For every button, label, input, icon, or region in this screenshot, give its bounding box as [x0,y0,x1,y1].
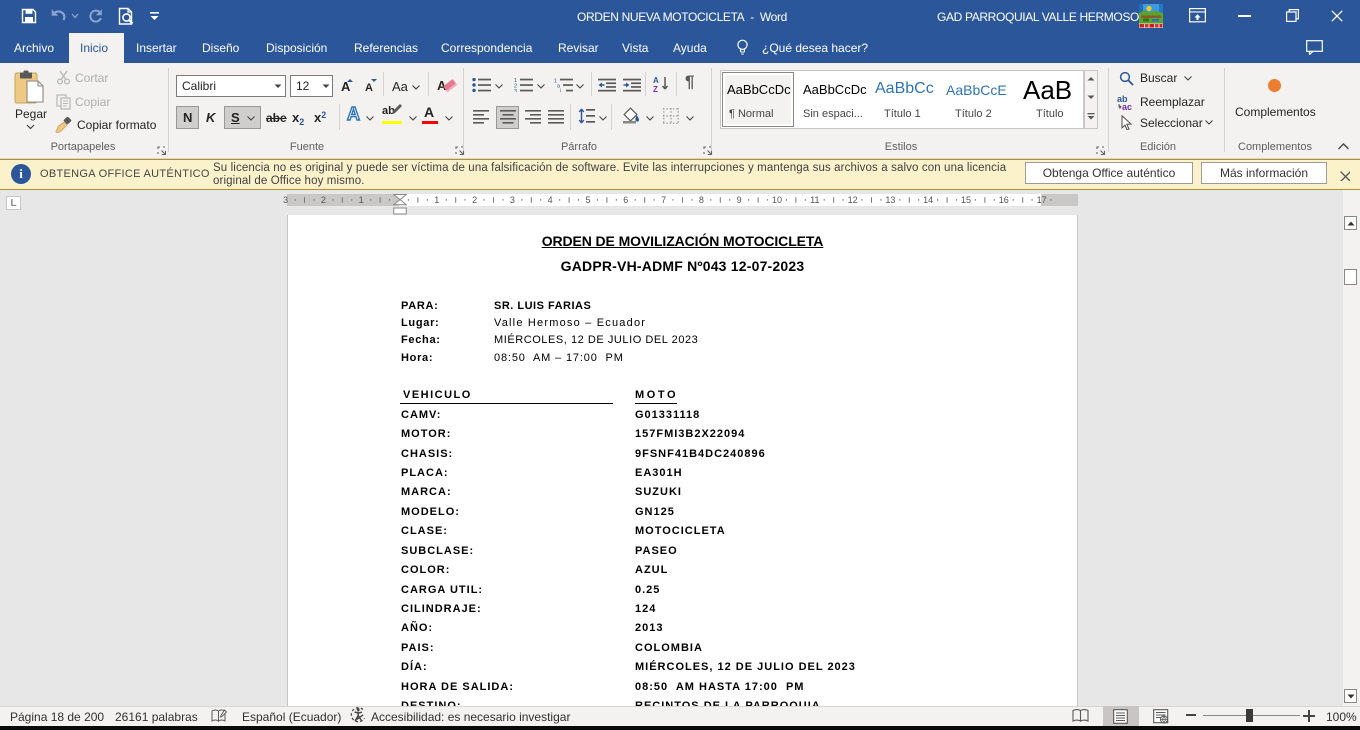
svg-text:ac: ac [1122,102,1132,111]
svg-text:3: 3 [514,89,517,92]
svg-text:Z: Z [653,85,658,93]
svg-text:A: A [653,76,659,85]
svg-text:i: i [560,89,561,93]
